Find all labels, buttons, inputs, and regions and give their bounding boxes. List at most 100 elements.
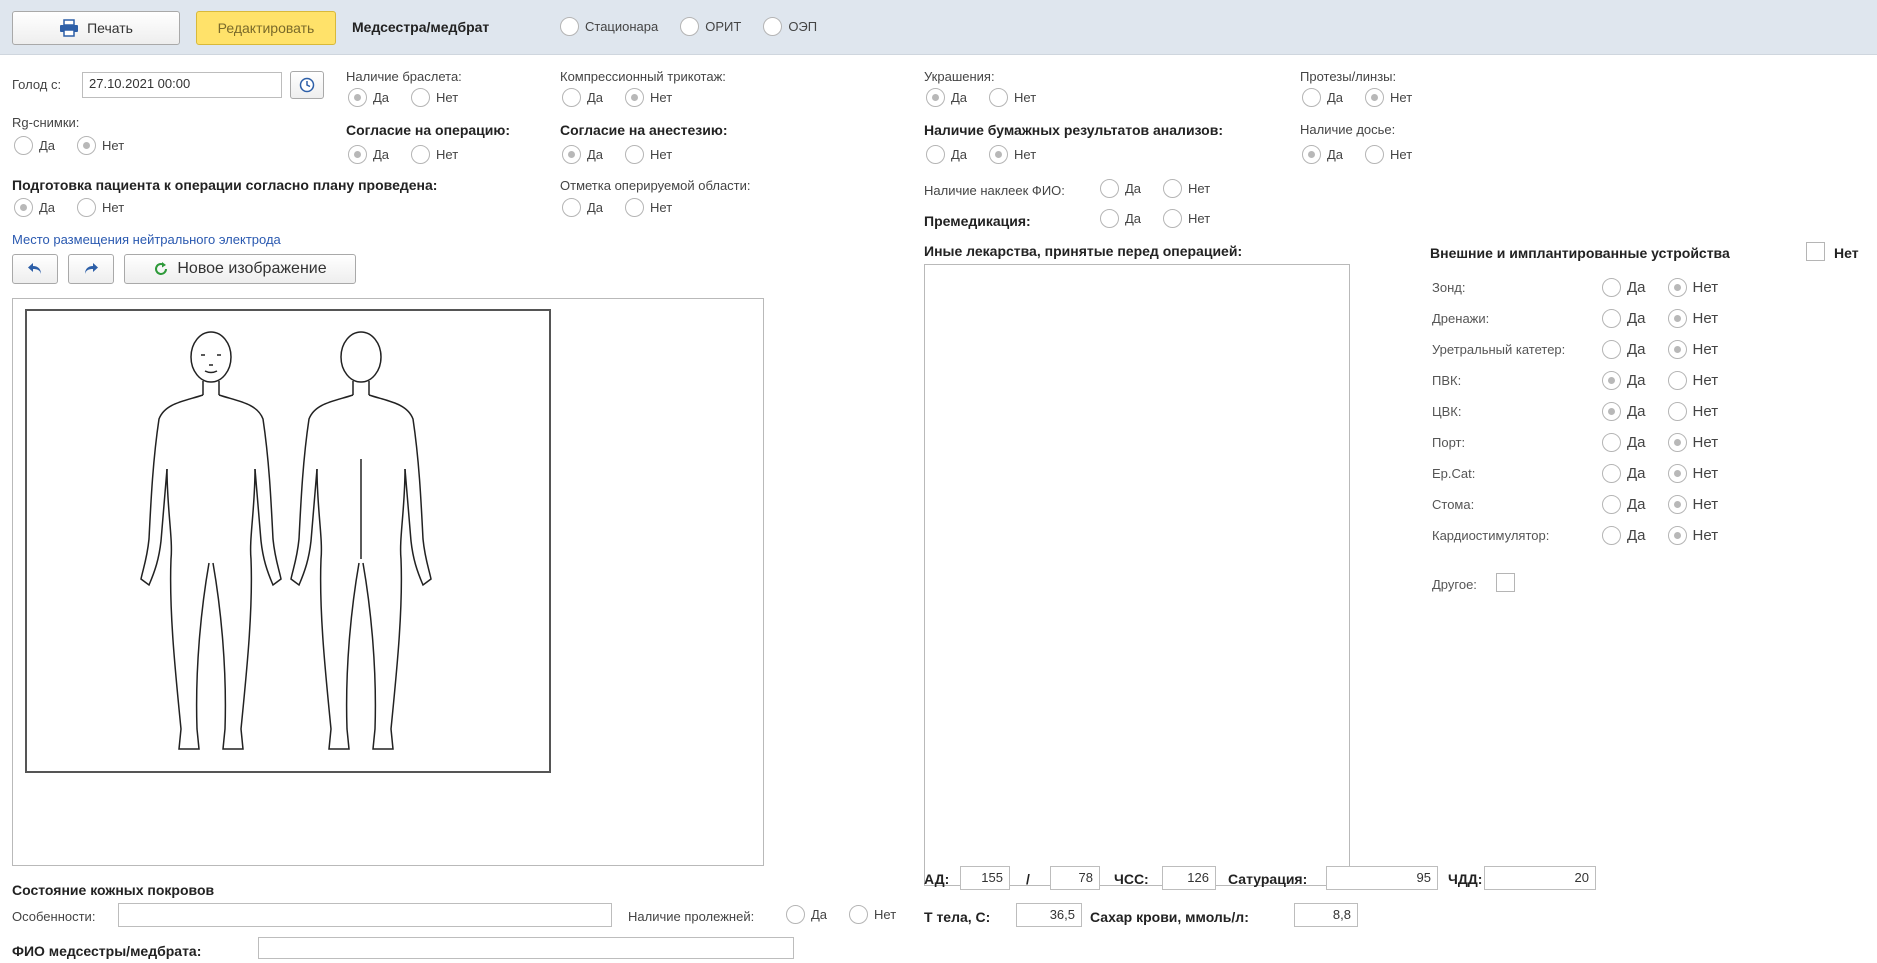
name-stickers-no-radio[interactable] xyxy=(1163,179,1183,198)
prosthesis-yes-radio[interactable] xyxy=(1302,88,1321,107)
jewelry-no-radio[interactable] xyxy=(989,88,1009,107)
electrode-canvas[interactable] xyxy=(12,298,764,866)
device-yes-radio[interactable] xyxy=(1602,340,1621,359)
bracelet-radio-group: Да Нет xyxy=(348,88,474,107)
dossier-yes-radio[interactable] xyxy=(1302,145,1321,164)
skin-title: Состояние кожных покровов xyxy=(12,882,215,898)
blood-sugar-input[interactable]: 8,8 xyxy=(1294,903,1358,927)
role-radio-oep[interactable] xyxy=(763,17,783,36)
device-label: Дренажи: xyxy=(1432,311,1490,326)
device-yes-radio[interactable] xyxy=(1602,278,1621,297)
printer-icon xyxy=(60,19,79,37)
device-label: Уретральный катетер: xyxy=(1432,342,1566,357)
preparation-radio-group: Да Нет xyxy=(14,198,140,217)
paper-results-radio-group: Да Нет xyxy=(926,145,1052,164)
device-no-radio[interactable] xyxy=(1667,464,1687,483)
device-yes-radio[interactable] xyxy=(1602,495,1621,514)
device-radio-group: Да Нет xyxy=(1602,340,1734,359)
clock-button[interactable] xyxy=(290,71,324,99)
jewelry-label: Украшения: xyxy=(924,69,995,84)
device-no-text: Нет xyxy=(1692,372,1719,389)
anesthesia-consent-no-radio[interactable] xyxy=(625,145,645,164)
undo-button[interactable] xyxy=(12,254,58,284)
device-no-radio[interactable] xyxy=(1667,433,1687,452)
other-drugs-label: Иные лекарства, принятые перед операцией… xyxy=(924,243,1243,259)
print-button[interactable]: Печать xyxy=(12,11,180,45)
xray-label: Rg-снимки: xyxy=(12,115,80,130)
anesthesia-consent-yes-radio[interactable] xyxy=(562,145,581,164)
device-no-radio[interactable] xyxy=(1667,278,1687,297)
compression-label: Компрессионный трикотаж: xyxy=(560,69,726,84)
fasting-label: Голод с: xyxy=(12,77,62,92)
skin-features-input[interactable] xyxy=(118,903,612,927)
other-drugs-textarea[interactable] xyxy=(924,264,1350,886)
rr-label: ЧДД: xyxy=(1448,871,1483,887)
bracelet-yes-radio[interactable] xyxy=(348,88,367,107)
device-no-text: Нет xyxy=(1692,465,1719,482)
compression-no-radio[interactable] xyxy=(625,88,645,107)
device-yes-text: Да xyxy=(1627,527,1646,544)
print-button-label: Печать xyxy=(87,20,133,36)
device-yes-radio[interactable] xyxy=(1602,309,1621,328)
jewelry-yes-radio[interactable] xyxy=(926,88,945,107)
device-label: Стома: xyxy=(1432,497,1475,512)
blood-sugar-label: Сахар крови, ммоль/л: xyxy=(1090,909,1249,925)
device-no-radio[interactable] xyxy=(1667,526,1687,545)
paper-results-no-radio[interactable] xyxy=(989,145,1009,164)
device-radio-group: Да Нет xyxy=(1602,278,1734,297)
new-image-button[interactable]: Новое изображение xyxy=(124,254,356,284)
redo-button[interactable] xyxy=(68,254,114,284)
role-radio-stationary[interactable] xyxy=(560,17,579,36)
fasting-datetime-input[interactable]: 27.10.2021 00:00 xyxy=(82,72,282,98)
bedsores-yes-radio[interactable] xyxy=(786,905,805,924)
device-yes-text: Да xyxy=(1627,279,1646,296)
hr-input[interactable]: 126 xyxy=(1162,866,1216,890)
premedication-no-radio[interactable] xyxy=(1163,209,1183,228)
bp-systolic-input[interactable]: 155 xyxy=(960,866,1010,890)
device-no-text: Нет xyxy=(1692,496,1719,513)
area-mark-yes-radio[interactable] xyxy=(562,198,581,217)
surgery-consent-no-radio[interactable] xyxy=(411,145,431,164)
device-no-text: Нет xyxy=(1692,434,1719,451)
device-no-radio[interactable] xyxy=(1667,495,1687,514)
nurse-name-input[interactable] xyxy=(258,937,794,959)
xray-no-radio[interactable] xyxy=(77,136,97,155)
bracelet-label: Наличие браслета: xyxy=(346,69,462,84)
area-mark-no-radio[interactable] xyxy=(625,198,645,217)
rr-input[interactable]: 20 xyxy=(1484,866,1596,890)
paper-results-yes-radio[interactable] xyxy=(926,145,945,164)
bedsores-no-radio[interactable] xyxy=(849,905,869,924)
bp-diastolic-input[interactable]: 78 xyxy=(1050,866,1100,890)
edit-button[interactable]: Редактировать xyxy=(196,11,336,45)
device-radio-group: Да Нет xyxy=(1602,464,1734,483)
device-yes-radio[interactable] xyxy=(1602,526,1621,545)
device-label: ПВК: xyxy=(1432,373,1462,388)
xray-yes-radio[interactable] xyxy=(14,136,33,155)
prosthesis-no-radio[interactable] xyxy=(1365,88,1385,107)
device-yes-text: Да xyxy=(1627,496,1646,513)
preparation-yes-radio[interactable] xyxy=(14,198,33,217)
device-no-radio[interactable] xyxy=(1667,402,1687,421)
surgery-consent-yes-radio[interactable] xyxy=(348,145,367,164)
device-no-radio[interactable] xyxy=(1667,309,1687,328)
preparation-no-radio[interactable] xyxy=(77,198,97,217)
device-yes-radio[interactable] xyxy=(1602,402,1621,421)
compression-yes-radio[interactable] xyxy=(562,88,581,107)
device-no-text: Нет xyxy=(1692,310,1719,327)
device-label: Зонд: xyxy=(1432,280,1466,295)
device-no-radio[interactable] xyxy=(1667,371,1687,390)
device-yes-radio[interactable] xyxy=(1602,371,1621,390)
devices-none-checkbox[interactable] xyxy=(1806,242,1825,261)
dossier-radio-group: Да Нет xyxy=(1302,145,1428,164)
device-other-checkbox[interactable] xyxy=(1496,573,1515,592)
device-yes-radio[interactable] xyxy=(1602,433,1621,452)
name-stickers-yes-radio[interactable] xyxy=(1100,179,1119,198)
bracelet-no-radio[interactable] xyxy=(411,88,431,107)
premedication-yes-radio[interactable] xyxy=(1100,209,1119,228)
device-yes-radio[interactable] xyxy=(1602,464,1621,483)
device-no-radio[interactable] xyxy=(1667,340,1687,359)
dossier-no-radio[interactable] xyxy=(1365,145,1385,164)
saturation-input[interactable]: 95 xyxy=(1326,866,1438,890)
temperature-input[interactable]: 36,5 xyxy=(1016,903,1082,927)
role-radio-orit[interactable] xyxy=(680,17,700,36)
